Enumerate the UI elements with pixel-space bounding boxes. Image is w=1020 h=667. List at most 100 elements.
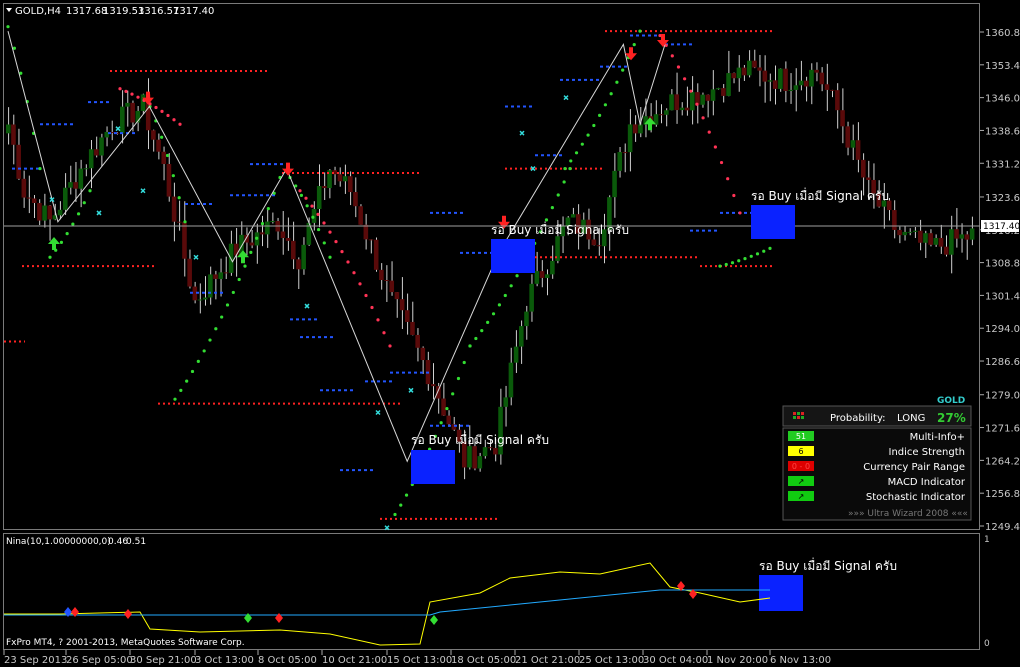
- candle-body: [16, 144, 21, 179]
- candle-body: [861, 159, 866, 178]
- cross-mark: [140, 188, 146, 194]
- sar-dot: [316, 227, 321, 232]
- candle-body: [767, 80, 773, 82]
- sar-dot: [71, 222, 75, 226]
- levels-layer: [4, 30, 775, 520]
- dropdown-icon[interactable]: [6, 8, 12, 12]
- price-tick-label: 1286.60: [985, 357, 1020, 368]
- price-tick-label: 1308.80: [985, 259, 1020, 270]
- candle-body: [892, 210, 897, 230]
- candle-body: [964, 234, 970, 240]
- sar-dot: [38, 166, 42, 171]
- cross-mark: [375, 409, 381, 416]
- candle-body: [674, 94, 680, 111]
- sar-dot: [340, 249, 344, 254]
- sar-dot: [334, 240, 338, 244]
- chart-canvas[interactable]: 1360.80 1353.40 1346.00 1338.60 1331.20 1323.…: [0, 0, 1020, 667]
- candle-body: [270, 221, 275, 223]
- candle-body: [897, 229, 902, 236]
- sar-dot: [177, 196, 181, 200]
- candle-body: [762, 70, 768, 82]
- sar-dot: [719, 160, 724, 165]
- candle-body: [353, 192, 358, 207]
- sar-dot: [603, 103, 607, 107]
- sar-dot: [130, 92, 134, 96]
- sar-dot: [299, 193, 304, 197]
- candle-body: [798, 80, 804, 86]
- candle-body: [384, 280, 389, 282]
- sar-dot: [393, 512, 397, 517]
- candle-body: [721, 88, 726, 96]
- sar-dot: [266, 207, 270, 211]
- sar-dot: [160, 135, 164, 139]
- candle-body: [83, 168, 89, 170]
- candle-body: [907, 231, 913, 233]
- sar-dot: [755, 252, 760, 256]
- panel-row-label: Currency Pair Range: [863, 462, 965, 473]
- oscillator-signal-marker: [124, 609, 132, 619]
- sar-dot: [364, 293, 368, 298]
- sar-dot: [738, 211, 742, 215]
- candle-body: [710, 89, 716, 101]
- time-tick-label: 10 Oct 21:00: [322, 655, 387, 666]
- candle-body: [42, 205, 47, 221]
- sar-dot: [732, 193, 736, 198]
- candle-body: [835, 90, 840, 111]
- candle-body: [234, 243, 239, 256]
- current-price-label: 1317.40: [983, 222, 1020, 232]
- oscillator-signal-marker: [430, 615, 438, 625]
- indicator-value-2: 0.51: [126, 537, 146, 547]
- candle-body: [197, 299, 203, 301]
- candle-body: [658, 114, 664, 116]
- time-tick-label: 3 Oct 13:00: [195, 655, 254, 666]
- candle-body: [399, 299, 405, 311]
- candle-body: [741, 67, 747, 76]
- candle-body: [814, 69, 819, 73]
- price-axis: 1360.80 1353.40 1346.00 1338.60 1331.20 1323.…: [980, 28, 1020, 533]
- candle-body: [73, 182, 78, 189]
- candle-body: [809, 69, 814, 87]
- panel-row-label: Stochastic Indicator: [866, 492, 966, 503]
- sar-dot: [503, 293, 507, 298]
- sar-dot: [196, 359, 200, 363]
- sar-dot: [689, 89, 693, 93]
- sar-dot: [569, 159, 573, 163]
- sar-dot: [166, 113, 170, 118]
- signal-box: [411, 450, 455, 484]
- candle-body: [715, 88, 721, 90]
- sar-dot: [592, 123, 596, 128]
- candle-body: [140, 94, 146, 111]
- candle-body: [125, 102, 130, 107]
- candle-body: [280, 231, 286, 239]
- indicator-label: Nina(10,1.00000000,0): [6, 537, 111, 547]
- candle-body: [747, 60, 752, 76]
- sar-dot: [480, 329, 484, 333]
- sar-dot: [468, 344, 472, 348]
- candle-body: [68, 182, 73, 188]
- candle-body: [918, 230, 923, 243]
- time-tick-label: 30 Sep 21:00: [130, 655, 197, 666]
- candle-body: [405, 310, 410, 322]
- sar-dot: [509, 284, 513, 288]
- sar-dot: [76, 212, 81, 216]
- sar-dot: [491, 312, 496, 316]
- candle-body: [265, 221, 270, 235]
- sar-dot: [439, 421, 443, 425]
- panel-badge-text: 51: [796, 432, 806, 441]
- candle-body: [37, 203, 42, 221]
- candle-body: [415, 334, 420, 348]
- candle-body: [513, 346, 519, 363]
- sar-dot: [316, 212, 320, 216]
- candle-body: [368, 239, 374, 241]
- sar-dot: [638, 29, 642, 33]
- sar-dot: [632, 43, 636, 47]
- sar-dot: [621, 68, 625, 72]
- sar-dot: [474, 336, 478, 341]
- price-tick-label: 1249.40: [985, 522, 1020, 533]
- candle-body: [731, 73, 737, 79]
- candle-body: [524, 311, 529, 327]
- sar-dot: [165, 153, 170, 158]
- candle-body: [291, 240, 296, 260]
- panel-row-label: Indice Strength: [889, 447, 966, 458]
- cross-mark: [408, 387, 414, 393]
